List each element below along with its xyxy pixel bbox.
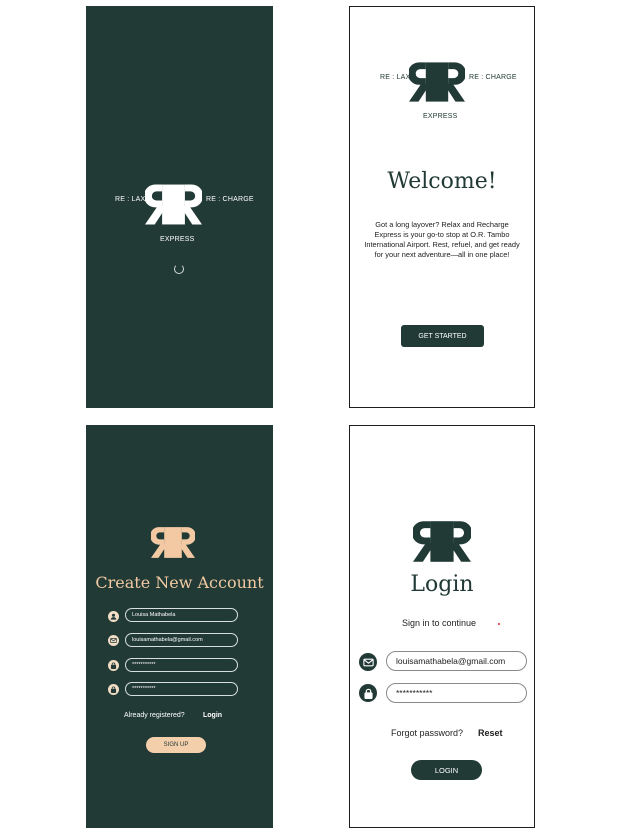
login-screen: Login Sign in to continue louisamathabel… — [349, 425, 535, 828]
express-tag: EXPRESS — [423, 113, 458, 120]
lock-icon — [359, 684, 377, 702]
login-title: Login — [410, 572, 474, 597]
welcome-title: Welcome! — [387, 169, 497, 194]
user-icon — [108, 611, 119, 622]
status-dot — [498, 623, 500, 625]
login-link[interactable]: Login — [203, 712, 222, 719]
mail-icon — [359, 653, 377, 671]
confirm-password-input[interactable]: *********** — [125, 682, 238, 696]
name-input[interactable]: Louisa Mathabela — [125, 608, 238, 622]
welcome-description: Got a long layover? Relax and Recharge E… — [364, 220, 520, 259]
sign-up-button[interactable]: SIGN UP — [146, 737, 206, 753]
sign-in-subtitle: Sign in to continue — [402, 618, 477, 628]
get-started-button[interactable]: GET STARTED — [401, 325, 484, 347]
email-input[interactable]: louisamathabela@gmail.com — [386, 651, 527, 671]
forgot-password-text: Forgot password? — [391, 728, 464, 738]
loading-spinner-icon — [174, 264, 184, 274]
recharge-tag: RE : CHARGE — [206, 196, 254, 203]
lock-icon — [108, 684, 119, 695]
email-input[interactable]: louisamathabela@gmail.com — [125, 633, 238, 647]
rr-logo — [145, 184, 202, 225]
splash-screen: RE : LAX RE : CHARGE EXPRESS — [86, 6, 273, 408]
already-registered-text: Already registered? — [124, 712, 185, 719]
mail-icon — [108, 635, 119, 646]
rr-logo — [409, 61, 465, 103]
recharge-tag: RE : CHARGE — [469, 74, 517, 81]
welcome-screen: RE : LAX RE : CHARGE EXPRESS Welcome! Go… — [349, 6, 535, 408]
rr-logo — [413, 520, 471, 563]
relax-tag: RE : LAX — [115, 196, 146, 203]
create-account-title: Create New Account — [95, 573, 264, 592]
login-button[interactable]: LOGIN — [411, 760, 482, 780]
express-tag: EXPRESS — [160, 236, 195, 243]
password-input[interactable]: *********** — [386, 683, 527, 703]
reset-link[interactable]: Reset — [478, 728, 503, 738]
relax-tag: RE : LAX — [380, 74, 411, 81]
lock-icon — [108, 660, 119, 671]
rr-logo — [151, 526, 195, 559]
signup-screen: Create New Account Louisa Mathabela loui… — [86, 425, 273, 828]
password-input[interactable]: *********** — [125, 658, 238, 672]
